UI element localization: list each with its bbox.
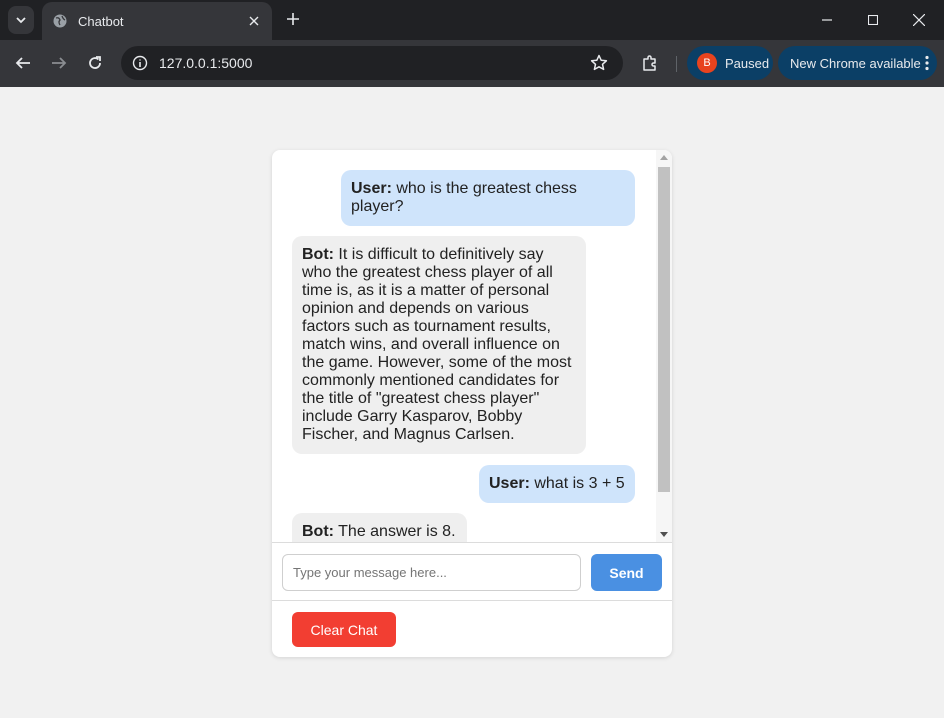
message-input[interactable] — [282, 554, 581, 591]
arrow-left-icon — [15, 57, 30, 69]
profile-button[interactable]: B Paused — [687, 46, 773, 80]
page-viewport: User: who is the greatest chess player? … — [0, 87, 944, 718]
chat-scrollbar[interactable] — [656, 150, 672, 542]
message-speaker: User: — [489, 475, 530, 492]
avatar: B — [697, 53, 717, 73]
reload-icon — [89, 56, 101, 69]
message-text: It is difficult to definitively say who … — [302, 246, 572, 443]
tab-title: Chatbot — [78, 13, 124, 29]
minimize-icon — [822, 19, 832, 21]
chevron-down-icon — [16, 17, 26, 24]
globe-icon — [52, 13, 68, 29]
close-window-button[interactable] — [896, 0, 942, 40]
chat-container: User: who is the greatest chess player? … — [272, 150, 672, 657]
send-button[interactable]: Send — [591, 554, 662, 591]
message-text: what is 3 + 5 — [529, 475, 625, 492]
arrow-right-icon — [52, 57, 67, 69]
back-button[interactable] — [10, 50, 36, 76]
scroll-down-arrow-icon[interactable] — [660, 532, 668, 537]
update-chrome-button[interactable]: New Chrome available — [778, 46, 937, 80]
message-speaker: Bot: — [302, 246, 334, 263]
reload-button[interactable] — [82, 50, 108, 76]
browser-toolbar: 127.0.0.1:5000 B Paused New Chrome avail… — [0, 40, 944, 87]
message-speaker: Bot: — [302, 523, 334, 540]
chat-message-bot: Bot: It is difficult to definitively say… — [292, 236, 586, 454]
profile-status: Paused — [725, 55, 770, 71]
message-speaker: User: — [351, 180, 392, 197]
chat-messages[interactable]: User: who is the greatest chess player? … — [272, 150, 672, 542]
puzzle-icon — [643, 55, 656, 71]
address-bar[interactable]: 127.0.0.1:5000 — [121, 46, 623, 80]
tab-search-button[interactable] — [8, 6, 34, 34]
chat-message-bot: Bot: The answer is 8. — [292, 513, 467, 542]
plus-icon — [287, 13, 299, 25]
scroll-up-arrow-icon[interactable] — [660, 155, 668, 160]
update-label: New Chrome available — [790, 55, 921, 71]
minimize-button[interactable] — [804, 0, 850, 40]
site-info-icon[interactable] — [131, 54, 149, 72]
tab-strip: Chatbot — [0, 0, 944, 40]
url-text[interactable]: 127.0.0.1:5000 — [159, 55, 589, 71]
clear-chat-button[interactable]: Clear Chat — [292, 612, 396, 647]
close-tab-icon[interactable] — [246, 13, 262, 29]
scrollbar-thumb[interactable] — [658, 167, 670, 492]
forward-button[interactable] — [46, 50, 72, 76]
chat-message-user: User: what is 3 + 5 — [479, 465, 635, 503]
browser-tab[interactable]: Chatbot — [42, 2, 272, 40]
more-vertical-icon[interactable] — [921, 53, 933, 73]
toolbar-divider — [676, 56, 677, 72]
message-input-row: Send — [272, 542, 672, 601]
chat-message-user: User: who is the greatest chess player? — [341, 170, 635, 226]
maximize-icon — [868, 15, 878, 25]
bookmark-star-icon[interactable] — [589, 53, 609, 73]
new-tab-button[interactable] — [282, 8, 304, 30]
maximize-button[interactable] — [850, 0, 896, 40]
close-icon — [913, 14, 925, 26]
extensions-button[interactable] — [638, 51, 662, 75]
message-text: The answer is 8. — [333, 523, 456, 540]
